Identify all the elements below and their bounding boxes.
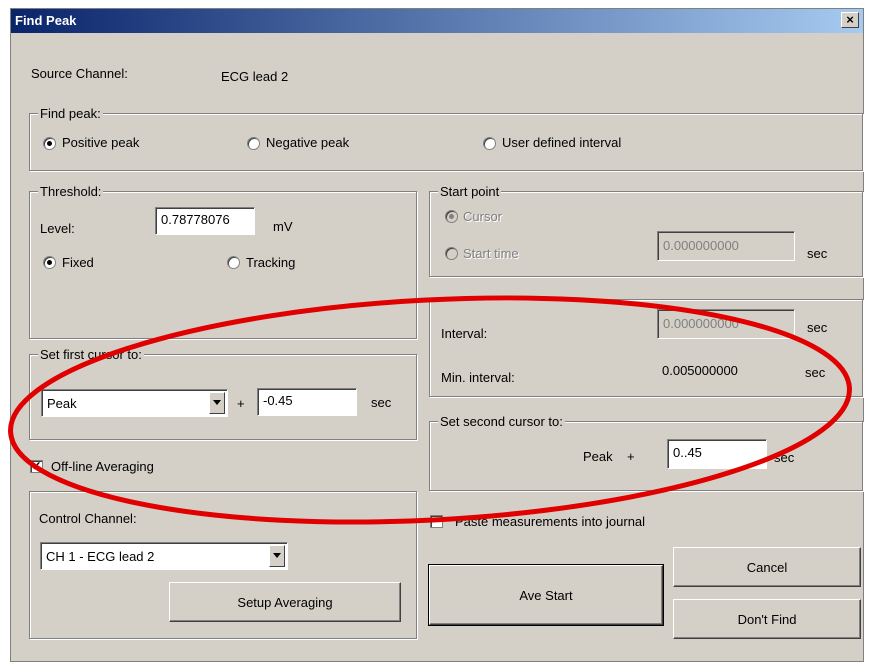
start-time-label[interactable]: Start time [463, 246, 519, 261]
min-interval-label: Min. interval: [441, 370, 515, 385]
start-point-group-label: Start point [438, 184, 502, 199]
start-time-radio[interactable] [445, 247, 458, 260]
cursor-label[interactable]: Cursor [463, 209, 502, 224]
min-interval-unit: sec [805, 365, 826, 380]
setup-averaging-button[interactable]: Setup Averaging [169, 582, 401, 622]
interval-label: Interval: [441, 326, 488, 341]
source-channel-value: ECG lead 2 [221, 69, 289, 84]
tracking-radio[interactable] [227, 256, 240, 269]
min-interval-value: 0.005000000 [662, 363, 738, 378]
positive-peak-radio[interactable] [43, 137, 56, 150]
find-peak-group-label: Find peak: [38, 106, 103, 121]
fixed-label[interactable]: Fixed [62, 255, 94, 270]
paste-journal-label[interactable]: Paste measurements into journal [455, 514, 645, 529]
find-peak-dialog: Find Peak × Source Channel: ECG lead 2 F… [10, 8, 864, 662]
interval-unit: sec [807, 320, 828, 335]
negative-peak-label[interactable]: Negative peak [266, 135, 349, 150]
level-input[interactable]: 0.78778076 [155, 207, 255, 235]
second-cursor-peak: Peak [583, 449, 613, 464]
tracking-label[interactable]: Tracking [246, 255, 295, 270]
dont-find-button[interactable]: Don't Find [673, 599, 861, 639]
find-peak-group: Find peak: [29, 106, 863, 171]
interval-input[interactable]: 0.000000000 [657, 309, 795, 339]
first-cursor-group-label: Set first cursor to: [38, 347, 144, 362]
offline-averaging-checkbox[interactable]: ✓ [30, 460, 43, 473]
chevron-down-icon[interactable] [209, 392, 225, 414]
paste-journal-checkbox[interactable] [430, 515, 443, 528]
positive-peak-label[interactable]: Positive peak [62, 135, 139, 150]
user-defined-interval-radio[interactable] [483, 137, 496, 150]
close-icon: × [846, 12, 854, 27]
threshold-group-label: Threshold: [38, 184, 104, 199]
start-time-input[interactable]: 0.000000000 [657, 231, 795, 261]
control-channel-select[interactable]: CH 1 - ECG lead 2 [40, 542, 288, 570]
cancel-button[interactable]: Cancel [673, 547, 861, 587]
second-cursor-group: Set second cursor to: [429, 414, 863, 491]
source-channel-label: Source Channel: [31, 66, 128, 81]
second-cursor-unit: sec [774, 450, 795, 465]
second-cursor-offset-input[interactable]: 0..45 [667, 439, 767, 469]
first-cursor-select[interactable]: Peak [41, 389, 228, 417]
negative-peak-radio[interactable] [247, 137, 260, 150]
second-cursor-plus: + [627, 449, 635, 464]
title-bar[interactable]: Find Peak × [11, 9, 863, 33]
level-label: Level: [40, 221, 75, 236]
control-channel-label: Control Channel: [39, 511, 137, 526]
first-cursor-unit: sec [371, 395, 392, 410]
second-cursor-group-label: Set second cursor to: [438, 414, 565, 429]
chevron-down-icon[interactable] [269, 545, 285, 567]
window-title: Find Peak [15, 13, 77, 28]
first-cursor-select-value: Peak [47, 396, 77, 411]
level-unit: mV [273, 219, 293, 234]
ave-start-button[interactable]: Ave Start [428, 564, 664, 626]
fixed-radio[interactable] [43, 256, 56, 269]
control-channel-select-value: CH 1 - ECG lead 2 [46, 549, 155, 564]
offline-averaging-label[interactable]: Off-line Averaging [51, 459, 154, 474]
first-cursor-plus: + [237, 396, 245, 411]
cursor-radio[interactable] [445, 210, 458, 223]
user-defined-interval-label[interactable]: User defined interval [502, 135, 621, 150]
start-point-group: Start point [429, 184, 863, 277]
close-button[interactable]: × [841, 12, 859, 28]
first-cursor-offset-input[interactable]: -0.45 [257, 388, 357, 416]
start-time-unit: sec [807, 246, 828, 261]
checkmark-icon: ✓ [31, 459, 42, 473]
